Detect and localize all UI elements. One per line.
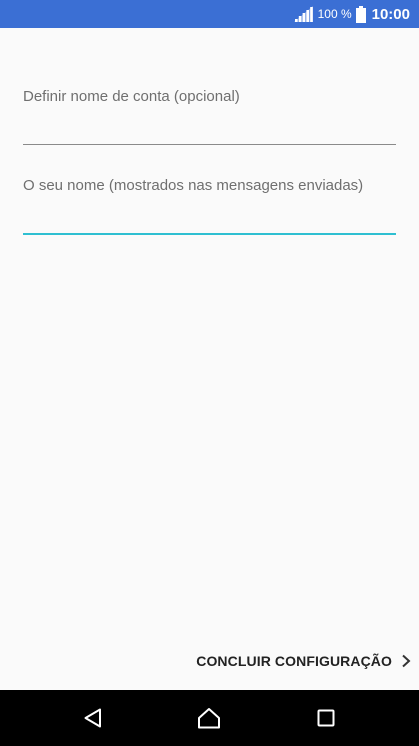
account-name-input-underline[interactable] [23,144,396,145]
clock: 10:00 [371,5,410,23]
navigation-bar [0,690,419,746]
finish-setup-button[interactable]: CONCLUIR CONFIGURAÇÃO [196,653,411,669]
your-name-label[interactable]: O seu nome (mostrados nas mensagens envi… [23,177,363,194]
chevron-right-icon [402,654,411,668]
finish-setup-label: CONCLUIR CONFIGURAÇÃO [196,653,392,669]
battery-icon [355,5,366,23]
status-indicators: 100 % 10:00 [293,0,410,28]
status-bar: 100 % 10:00 [0,0,419,28]
recents-icon [317,709,335,727]
signal-icon [293,6,313,22]
battery-percentage: 100 % [317,7,352,21]
back-button[interactable] [65,690,121,746]
home-button[interactable] [181,690,237,746]
your-name-input-underline[interactable] [23,233,396,235]
account-name-label[interactable]: Definir nome de conta (opcional) [23,88,240,105]
back-icon [84,708,101,728]
home-icon [198,708,220,729]
recents-button[interactable] [298,690,354,746]
